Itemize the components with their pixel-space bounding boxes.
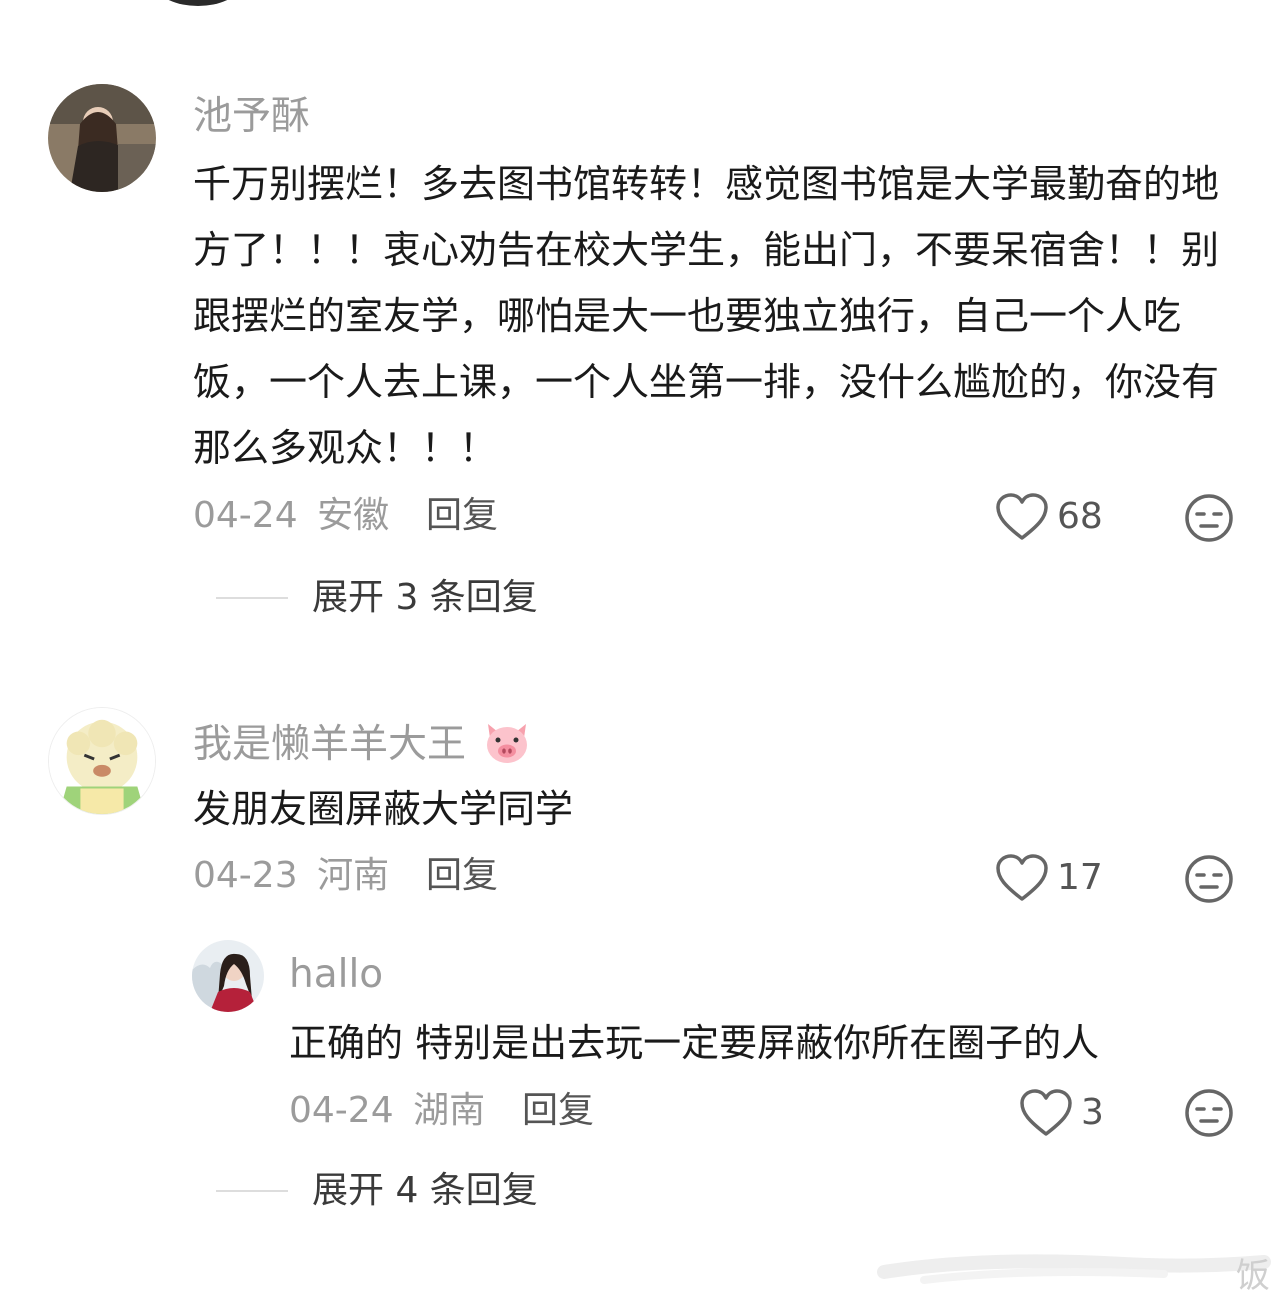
dislike-button[interactable] xyxy=(1184,854,1234,904)
dislike-button[interactable] xyxy=(1184,1088,1234,1138)
heart-outline-icon xyxy=(1020,1089,1072,1136)
like-count: 3 xyxy=(1081,1092,1104,1133)
comment-date: 04-23 xyxy=(193,855,298,896)
reply-date: 04-24 xyxy=(289,1090,394,1131)
comment-meta: 04-24 安徽 xyxy=(193,498,389,534)
reply-username[interactable]: hallo xyxy=(289,955,383,994)
comment-text: 千万别摆烂！多去图书馆转转！感觉图书馆是大学最勤奋的地方了！！！衷心劝告在校大学… xyxy=(193,162,1220,470)
reply-meta: 04-24 湖南 xyxy=(289,1093,485,1129)
reply-location: 湖南 xyxy=(413,1090,486,1131)
divider xyxy=(216,1190,288,1192)
comment-location: 河南 xyxy=(317,855,390,896)
like-button[interactable]: 17 xyxy=(995,853,1103,903)
like-count: 17 xyxy=(1057,857,1103,898)
previous-avatar-fragment xyxy=(158,0,238,6)
reply-avatar[interactable] xyxy=(192,940,264,1012)
reply-button[interactable]: 回复 xyxy=(522,1093,594,1129)
reply-button[interactable]: 回复 xyxy=(426,858,498,894)
expand-replies-label: 展开 4 条回复 xyxy=(312,1170,538,1211)
avatar[interactable] xyxy=(48,84,156,192)
reply-text: 正确的 特别是出去玩一定要屏蔽你所在圈子的人 xyxy=(289,1021,1100,1065)
like-count: 68 xyxy=(1057,496,1103,537)
expand-replies-button[interactable]: 展开 3 条回复 xyxy=(216,580,538,616)
comment-username[interactable]: 我是懒羊羊大王 xyxy=(193,720,532,773)
expand-replies-button[interactable]: 展开 4 条回复 xyxy=(216,1173,538,1209)
comment-meta: 04-23 河南 xyxy=(193,858,389,894)
comment-text: 发朋友圈屏蔽大学同学 xyxy=(193,787,574,831)
pig-face-emoji-icon xyxy=(482,720,532,773)
heart-outline-icon xyxy=(996,854,1048,901)
heart-outline-icon xyxy=(996,493,1048,540)
watermark-strokes xyxy=(877,1254,1271,1284)
comment-username-text: 我是懒羊羊大王 xyxy=(193,722,467,767)
meh-face-icon xyxy=(1185,494,1233,542)
dislike-button[interactable] xyxy=(1184,493,1234,543)
divider xyxy=(216,597,288,599)
meh-face-icon xyxy=(1185,855,1233,903)
comment-location: 安徽 xyxy=(317,495,390,536)
avatar[interactable] xyxy=(48,707,156,815)
comment-username[interactable]: 池予酥 xyxy=(193,97,310,136)
expand-replies-label: 展开 3 条回复 xyxy=(312,577,538,618)
meh-face-icon xyxy=(1185,1089,1233,1137)
reply-button[interactable]: 回复 xyxy=(426,498,498,534)
like-button[interactable]: 3 xyxy=(1019,1088,1104,1138)
comment-date: 04-24 xyxy=(193,495,298,536)
like-button[interactable]: 68 xyxy=(995,492,1103,542)
watermark: 饭 xyxy=(1236,1256,1270,1296)
